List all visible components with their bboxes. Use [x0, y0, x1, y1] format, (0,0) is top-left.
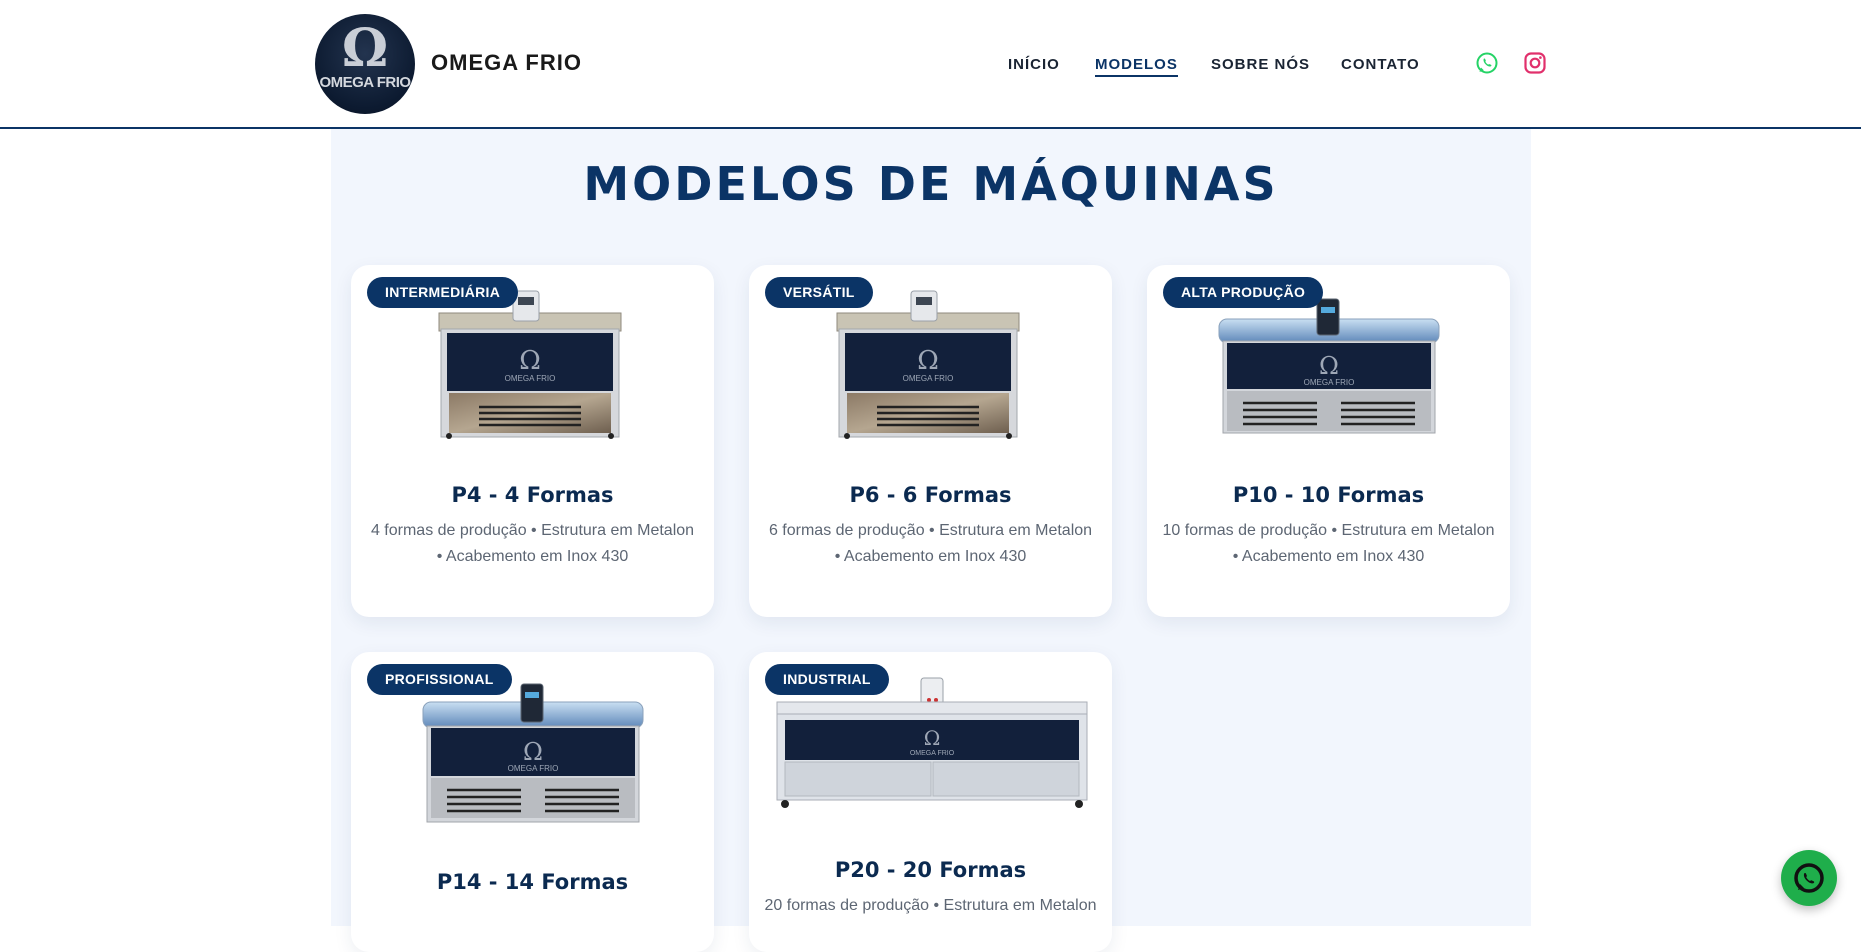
model-card-p10[interactable]: ALTA PRODUÇÃO Ω OMEGA FRIO P10 - 10 Form… — [1147, 265, 1510, 617]
nav-link-contato[interactable]: CONTATO — [1341, 56, 1420, 73]
brand-name[interactable]: OMEGA FRIO — [431, 50, 582, 76]
omega-emblem-icon: Ω — [924, 726, 941, 750]
omega-emblem-icon: Ω — [1319, 352, 1339, 380]
instagram-icon[interactable] — [1523, 51, 1547, 75]
card-badge: INTERMEDIÁRIA — [367, 277, 519, 308]
machine-image: Ω OMEGA FRIO — [438, 290, 622, 439]
model-card-p6[interactable]: VERSÁTIL Ω OMEGA FRIO P6 - 6 Formas 6 fo… — [749, 265, 1112, 617]
omega-logo-icon: Ω — [341, 18, 389, 79]
svg-text:OMEGA FRIO: OMEGA FRIO — [903, 374, 954, 383]
card-title: P20 - 20 Formas — [834, 858, 1027, 882]
omega-emblem-icon: Ω — [519, 346, 541, 376]
whatsapp-icon[interactable] — [1475, 51, 1499, 75]
nav-link-sobre-nos[interactable]: SOBRE NÓS — [1211, 56, 1310, 73]
svg-text:OMEGA FRIO: OMEGA FRIO — [910, 750, 955, 757]
card-badge: PROFISSIONAL — [367, 664, 512, 695]
model-card-p4[interactable]: INTERMEDIÁRIA Ω OMEGA FRIO P4 - 4 Formas — [351, 265, 714, 617]
card-badge: VERSÁTIL — [765, 277, 873, 308]
site-header: Ω OMEGA FRIO OMEGA FRIO INÍCIO MODELOS S… — [0, 0, 1861, 129]
card-title: P6 - 6 Formas — [849, 483, 1012, 507]
card-title: P14 - 14 Formas — [436, 870, 629, 894]
machine-image: Ω OMEGA FRIO — [836, 290, 1020, 439]
card-description: 10 formas de produção • Estrutura em Met… — [1162, 522, 1495, 565]
logo[interactable]: Ω OMEGA FRIO — [315, 14, 415, 114]
logo-text: OMEGA FRIO — [319, 74, 411, 91]
omega-emblem-icon: Ω — [917, 346, 939, 376]
svg-text:OMEGA FRIO: OMEGA FRIO — [505, 374, 556, 383]
models-section: MODELOS DE MÁQUINAS INTERMEDIÁRIA Ω OMEG… — [331, 129, 1531, 952]
nav-link-modelos[interactable]: MODELOS — [1095, 56, 1178, 77]
card-description: 6 formas de produção • Estrutura em Meta… — [768, 522, 1093, 565]
svg-text:OMEGA FRIO: OMEGA FRIO — [1304, 378, 1355, 387]
card-title: P10 - 10 Formas — [1232, 483, 1425, 507]
machine-image: Ω OMEGA FRIO — [1218, 298, 1440, 434]
omega-emblem-icon: Ω — [523, 738, 543, 766]
card-description: 20 formas de produção • Estrutura em Met… — [764, 897, 1097, 914]
card-description: 4 formas de produção • Estrutura em Meta… — [370, 522, 695, 565]
model-card-p20[interactable]: INDUSTRIAL Ω OMEGA FRIO P20 - 20 Formas … — [749, 652, 1112, 952]
svg-text:OMEGA FRIO: OMEGA FRIO — [508, 764, 559, 773]
nav-link-inicio[interactable]: INÍCIO — [1008, 56, 1060, 73]
whatsapp-icon — [1794, 863, 1824, 893]
card-title: P4 - 4 Formas — [451, 483, 614, 507]
card-badge: ALTA PRODUÇÃO — [1163, 277, 1324, 308]
model-card-p14[interactable]: PROFISSIONAL Ω OMEGA FRIO P14 - 14 Forma… — [351, 652, 714, 952]
card-badge: INDUSTRIAL — [765, 664, 889, 695]
machine-image: Ω OMEGA FRIO — [422, 683, 644, 823]
section-title: MODELOS DE MÁQUINAS — [583, 157, 1279, 211]
floating-whatsapp-button[interactable] — [1781, 850, 1837, 906]
